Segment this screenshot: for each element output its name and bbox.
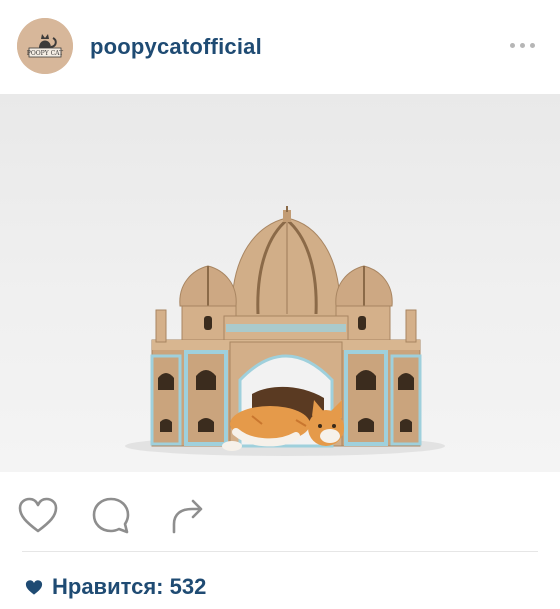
heart-filled-icon — [25, 580, 43, 595]
avatar[interactable]: POOPY CAT — [17, 18, 73, 74]
post-header: POOPY CAT poopycatofficial — [0, 0, 560, 94]
svg-text:POOPY CAT: POOPY CAT — [27, 50, 63, 57]
post-photo[interactable] — [0, 94, 560, 472]
likes-count[interactable]: Нравится: 532 — [24, 572, 206, 602]
cat-house-illustration — [125, 206, 445, 456]
heart-outline-icon[interactable] — [16, 494, 60, 538]
likes-number: 532 — [169, 574, 207, 599]
poopy-cat-logo: POOPY CAT — [17, 18, 73, 74]
more-dots-icon[interactable] — [508, 36, 538, 54]
likes-label: Нравится: — [52, 574, 164, 599]
action-bar — [0, 488, 560, 544]
share-arrow-icon[interactable] — [166, 494, 210, 538]
username[interactable]: poopycatofficial — [90, 34, 262, 60]
divider — [22, 551, 538, 552]
comment-bubble-icon[interactable] — [90, 494, 134, 538]
